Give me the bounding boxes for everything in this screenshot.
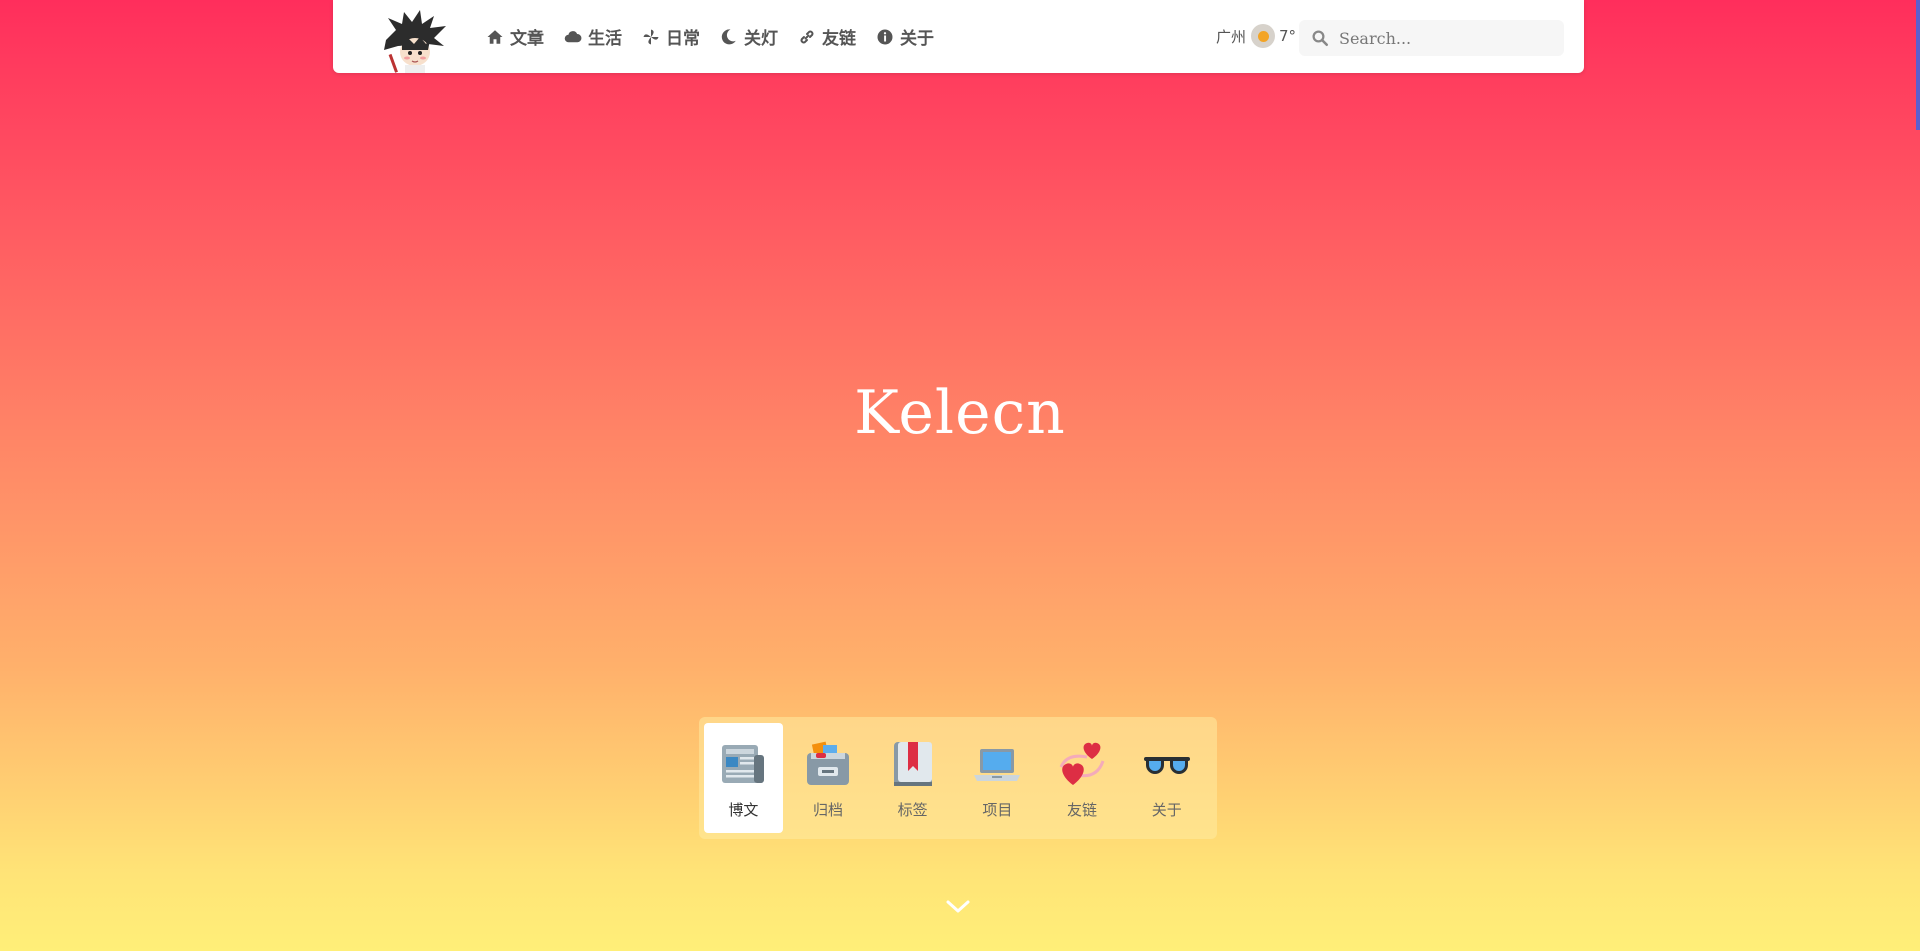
menu-item-links[interactable]: 友链	[798, 24, 856, 49]
scroll-down-chevron-icon[interactable]	[944, 897, 972, 917]
weather-city: 广州	[1216, 27, 1247, 46]
info-icon	[877, 29, 893, 44]
menu-item-label: 日常	[666, 29, 700, 49]
weather-temp: 7°	[1279, 27, 1297, 45]
main-menu: 文章 生活 日常 关灯 友链 关于	[486, 0, 954, 73]
sunny-icon	[1251, 24, 1276, 48]
search-icon	[1312, 30, 1329, 47]
tab-about[interactable]: 关于	[1127, 723, 1206, 833]
top-navbar: 文章 生活 日常 关灯 友链 关于 广州 7°	[333, 0, 1584, 73]
hero-title: Kelecn	[854, 378, 1066, 448]
tab-label: 项目	[982, 801, 1013, 819]
two-hearts-icon	[1059, 742, 1105, 785]
laptop-icon	[974, 749, 1021, 781]
tab-label: 标签	[897, 801, 928, 819]
menu-item-label: 友链	[822, 29, 856, 49]
newspaper-icon	[722, 745, 765, 783]
menu-item-label: 关灯	[744, 29, 778, 49]
quick-nav-tabbar: 博文 归档 标签 项目 友链 关于	[699, 717, 1217, 839]
pinwheel-icon	[643, 29, 659, 44]
menu-item-articles[interactable]: 文章	[486, 24, 544, 49]
menu-item-label: 文章	[510, 29, 544, 49]
menu-item-life[interactable]: 生活	[564, 24, 622, 49]
menu-item-daily[interactable]: 日常	[642, 24, 700, 49]
menu-item-about[interactable]: 关于	[876, 24, 934, 49]
tab-tags[interactable]: 标签	[873, 723, 952, 833]
link-icon	[800, 30, 814, 43]
search-box[interactable]	[1299, 20, 1564, 56]
scrollbar[interactable]	[1916, 0, 1920, 130]
menu-item-label: 关于	[900, 29, 934, 49]
menu-item-label: 生活	[588, 29, 622, 49]
tab-posts[interactable]: 博文	[704, 723, 783, 833]
sunglasses-icon	[1143, 757, 1190, 774]
tab-archive[interactable]: 归档	[789, 723, 868, 833]
tab-friend-links[interactable]: 友链	[1043, 723, 1122, 833]
tab-projects[interactable]: 项目	[958, 723, 1037, 833]
tab-label: 归档	[813, 801, 844, 819]
tab-label: 博文	[728, 801, 759, 819]
bookmark-book-icon	[893, 742, 932, 786]
cloud-icon	[564, 30, 582, 42]
home-icon	[487, 29, 503, 44]
tab-label: 友链	[1067, 801, 1098, 819]
archive-box-icon	[807, 741, 849, 785]
weather-widget[interactable]: 广州 7°	[1216, 24, 1296, 48]
moon-icon	[721, 28, 736, 44]
site-logo[interactable]	[378, 10, 450, 73]
search-input[interactable]	[1339, 28, 1539, 48]
tab-label: 关于	[1151, 801, 1182, 819]
menu-item-lights-off[interactable]: 关灯	[720, 24, 778, 49]
